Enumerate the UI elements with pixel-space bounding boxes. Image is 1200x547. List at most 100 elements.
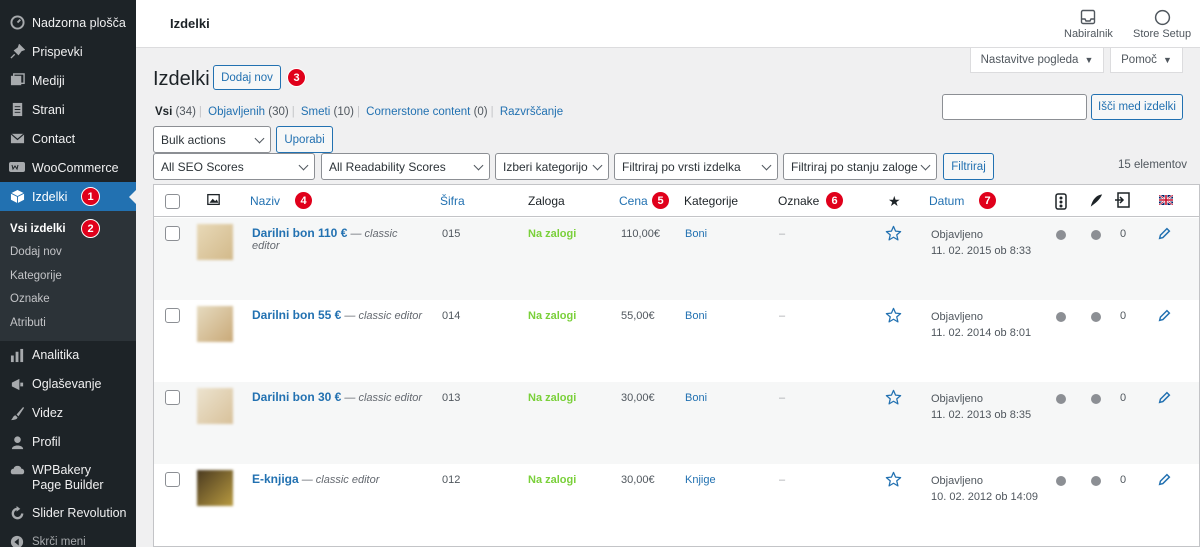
search-input[interactable] <box>942 94 1087 120</box>
view-label: Cornerstone content <box>366 106 471 118</box>
table-header: Naziv 4 Šifra Zaloga Cena 5 Kategorije O… <box>154 185 1199 217</box>
column-price[interactable]: Cena <box>619 194 648 208</box>
featured-star-icon[interactable]: ★ <box>888 193 901 210</box>
edit-pencil-icon[interactable] <box>1158 391 1171 407</box>
product-type-filter[interactable]: Filtriraj po vrsti izdelka <box>614 153 778 180</box>
submenu-label: Vsi izdelki <box>10 222 66 235</box>
internal-links-count: 0 <box>1120 228 1127 240</box>
menu-posts[interactable]: Prispevki <box>0 37 136 66</box>
seo-score-filter[interactable]: All SEO Scores <box>153 153 315 180</box>
product-name-link[interactable]: Darilni bon 55 € <box>252 308 341 322</box>
bulk-actions-select[interactable]: Bulk actions <box>153 126 271 153</box>
featured-star-icon[interactable] <box>885 225 902 245</box>
row-checkbox[interactable] <box>165 308 180 323</box>
product-category-link[interactable]: Knjige <box>685 474 716 486</box>
menu-slider-revolution[interactable]: Slider Revolution <box>0 499 136 528</box>
view-count: (34) <box>175 106 196 118</box>
products-table: Naziv 4 Šifra Zaloga Cena 5 Kategorije O… <box>153 184 1200 547</box>
menu-marketing[interactable]: Oglaševanje <box>0 370 136 399</box>
product-thumbnail[interactable] <box>197 388 233 424</box>
builder-icon <box>9 463 25 479</box>
view-trash[interactable]: Smeti <box>301 106 330 118</box>
table-row: Darilni bon 110 € — classic editor 015 Na … <box>154 218 1199 300</box>
user-icon <box>9 434 25 450</box>
internal-links-count: 0 <box>1120 474 1127 486</box>
header-title: Izdelki <box>170 16 210 31</box>
menu-appearance[interactable]: Videz <box>0 399 136 428</box>
category-filter[interactable]: Izberi kategorijo <box>495 153 609 180</box>
select-all-checkbox[interactable] <box>165 194 180 209</box>
product-thumbnail[interactable] <box>197 306 233 342</box>
submenu-label: Atributi <box>10 316 46 329</box>
edit-pencil-icon[interactable] <box>1158 473 1171 489</box>
product-name-link[interactable]: E-knjiga <box>252 472 299 486</box>
store-setup-button[interactable]: Store Setup <box>1133 8 1191 40</box>
row-checkbox[interactable] <box>165 472 180 487</box>
uk-flag-icon <box>1159 195 1173 205</box>
filter-button[interactable]: Filtriraj <box>943 153 994 180</box>
menu-label: Contact <box>32 131 76 146</box>
row-checkbox[interactable] <box>165 390 180 405</box>
column-name[interactable]: Naziv <box>250 194 280 208</box>
select-value: All Readability Scores <box>329 159 446 174</box>
menu-wpbakery[interactable]: WPBakery Page Builder <box>0 457 136 499</box>
add-new-button[interactable]: Dodaj nov <box>213 65 281 90</box>
submenu-attributes[interactable]: Atributi <box>0 311 136 335</box>
menu-label: Analitika <box>32 348 80 362</box>
step-badge: 4 <box>294 191 313 210</box>
chevron-down-icon <box>592 160 603 171</box>
apply-button[interactable]: Uporabi <box>276 126 333 153</box>
view-sorting[interactable]: Razvrščanje <box>500 106 563 118</box>
menu-label: Nadzorna plošča <box>32 15 126 30</box>
product-category-link[interactable]: Boni <box>685 228 707 240</box>
view-all[interactable]: Vsi <box>155 106 172 118</box>
pin-icon <box>9 44 25 60</box>
featured-star-icon[interactable] <box>885 471 902 491</box>
readability-filter[interactable]: All Readability Scores <box>321 153 490 180</box>
featured-star-icon[interactable] <box>885 389 902 409</box>
menu-label: Strani <box>32 102 65 117</box>
row-checkbox[interactable] <box>165 226 180 241</box>
publish-date: 11. 02. 2014 ob 8:01 <box>931 327 1032 339</box>
table-row: E-knjiga — classic editor 012 Na zalogi 30,… <box>154 464 1199 546</box>
product-name-link[interactable]: Darilni bon 110 € <box>252 226 347 240</box>
view-published[interactable]: Objavljenih <box>208 106 265 118</box>
menu-contact[interactable]: Contact <box>0 124 136 153</box>
menu-woocommerce[interactable]: WooCommerce <box>0 153 136 182</box>
menu-products[interactable]: Izdelki 1 <box>0 182 136 211</box>
view-cornerstone[interactable]: Cornerstone content <box>366 106 470 118</box>
top-header: Izdelki Nabiralnik Store Setup <box>136 0 1200 48</box>
dashboard-icon <box>9 15 25 31</box>
inbox-button[interactable]: Nabiralnik <box>1064 8 1113 40</box>
submenu-categories[interactable]: Kategorije <box>0 264 136 288</box>
product-thumbnail[interactable] <box>197 224 233 260</box>
search-products-button[interactable]: Išči med izdelki <box>1091 94 1183 120</box>
stock-status: Na zalogi <box>528 474 577 486</box>
page-title: Izdelki <box>153 68 210 90</box>
menu-collapse[interactable]: Skrči meni <box>0 528 136 547</box>
stock-status-filter[interactable]: Filtriraj po stanju zaloge <box>783 153 937 180</box>
menu-dashboard[interactable]: Nadzorna plošča <box>0 8 136 37</box>
menu-analytics[interactable]: Analitika <box>0 341 136 370</box>
menu-profile[interactable]: Profil <box>0 428 136 457</box>
product-sku: 014 <box>442 310 461 322</box>
edit-pencil-icon[interactable] <box>1158 309 1171 325</box>
submenu-all-products[interactable]: Vsi izdelki 2 <box>0 217 136 241</box>
view-label: Smeti <box>300 106 331 118</box>
stock-status: Na zalogi <box>528 228 577 240</box>
column-date[interactable]: Datum <box>929 194 964 208</box>
submenu-label: Dodaj nov <box>10 246 62 259</box>
product-thumbnail[interactable] <box>197 470 233 506</box>
edit-pencil-icon[interactable] <box>1158 227 1171 243</box>
product-category-link[interactable]: Boni <box>685 392 707 404</box>
admin-sidebar: Nadzorna plošča Prispevki Mediji Strani … <box>0 0 136 547</box>
featured-star-icon[interactable] <box>885 307 902 327</box>
menu-media[interactable]: Mediji <box>0 66 136 95</box>
product-category-link[interactable]: Boni <box>685 310 707 322</box>
menu-pages[interactable]: Strani <box>0 95 136 124</box>
product-name-link[interactable]: Darilni bon 30 € <box>252 390 341 404</box>
column-sku[interactable]: Šifra <box>440 194 465 208</box>
submenu-tags[interactable]: Oznake <box>0 288 136 312</box>
column-label: Zaloga <box>528 194 565 208</box>
submenu-add-new[interactable]: Dodaj nov <box>0 241 136 265</box>
